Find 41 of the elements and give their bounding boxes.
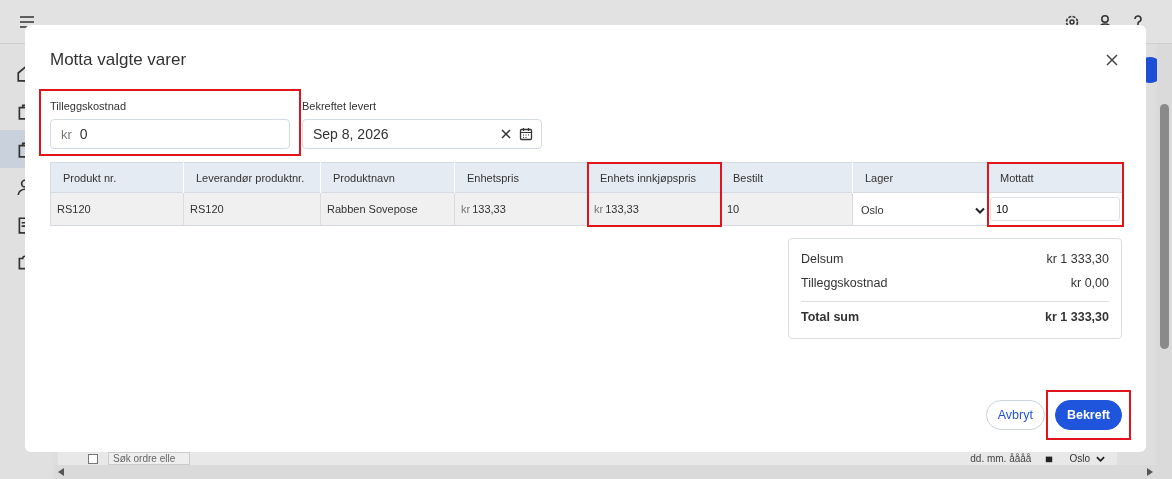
field-label: Bekreftet levert — [302, 100, 377, 112]
amount-field[interactable]: kr 0 — [50, 119, 290, 149]
summary-label: Tilleggskostnad — [801, 276, 888, 290]
summary-value: kr 1 333,30 — [1045, 310, 1109, 324]
quantity-field[interactable]: 10 — [990, 197, 1120, 221]
warehouse-select[interactable]: Oslo — [1061, 452, 1117, 465]
summary-value: kr 0,00 — [1070, 276, 1109, 290]
checkbox[interactable] — [88, 454, 98, 464]
column-header[interactable]: Lager — [852, 162, 988, 193]
vertical-scrollbar[interactable] — [1157, 44, 1172, 479]
calendar-icon — [1045, 454, 1054, 463]
chevron-down-icon — [1096, 455, 1105, 462]
table-cell: kr 133,33 — [454, 192, 588, 226]
summary-value: kr 1 333,30 — [1046, 252, 1109, 266]
summary-label: Delsum — [801, 252, 844, 266]
cancel-button[interactable]: Avbryt — [985, 400, 1045, 430]
column-header[interactable]: Produkt nr. — [50, 162, 184, 193]
warehouse-select[interactable]: Oslo — [853, 193, 987, 225]
close-icon[interactable] — [1106, 54, 1118, 66]
table-cell: RS120 — [183, 192, 321, 226]
field-label: Tilleggskostnad — [50, 100, 128, 112]
column-header[interactable]: Mottatt — [987, 162, 1123, 193]
calendar-icon[interactable] — [519, 127, 533, 141]
table-cell: 10 — [720, 192, 853, 226]
column-header[interactable]: Enhets innkjøpspris — [587, 162, 721, 193]
table-cell: kr 133,33 — [587, 192, 721, 226]
column-header[interactable]: Bestilt — [720, 162, 853, 193]
chevron-down-icon — [975, 206, 985, 214]
column-header[interactable]: Enhetspris — [454, 162, 588, 193]
date-field[interactable]: dd. mm. åååå — [962, 452, 1062, 465]
summary-label: Total sum — [801, 310, 860, 324]
date-field[interactable]: Sep 8, 2026 — [302, 119, 542, 149]
clear-icon[interactable] — [501, 129, 511, 139]
column-header[interactable]: Leverandør produktnr. — [183, 162, 321, 193]
search-field[interactable]: Søk ordre elle — [108, 452, 190, 465]
table-cell: RS120 — [50, 192, 184, 226]
confirm-button[interactable]: Bekreft — [1054, 400, 1122, 430]
table-cell: Rabben Sovepose — [320, 192, 455, 226]
column-header[interactable]: Produktnavn — [320, 162, 455, 193]
horizontal-scrollbar[interactable] — [54, 465, 1157, 479]
dialog-title: Motta valgte varer — [50, 50, 187, 70]
